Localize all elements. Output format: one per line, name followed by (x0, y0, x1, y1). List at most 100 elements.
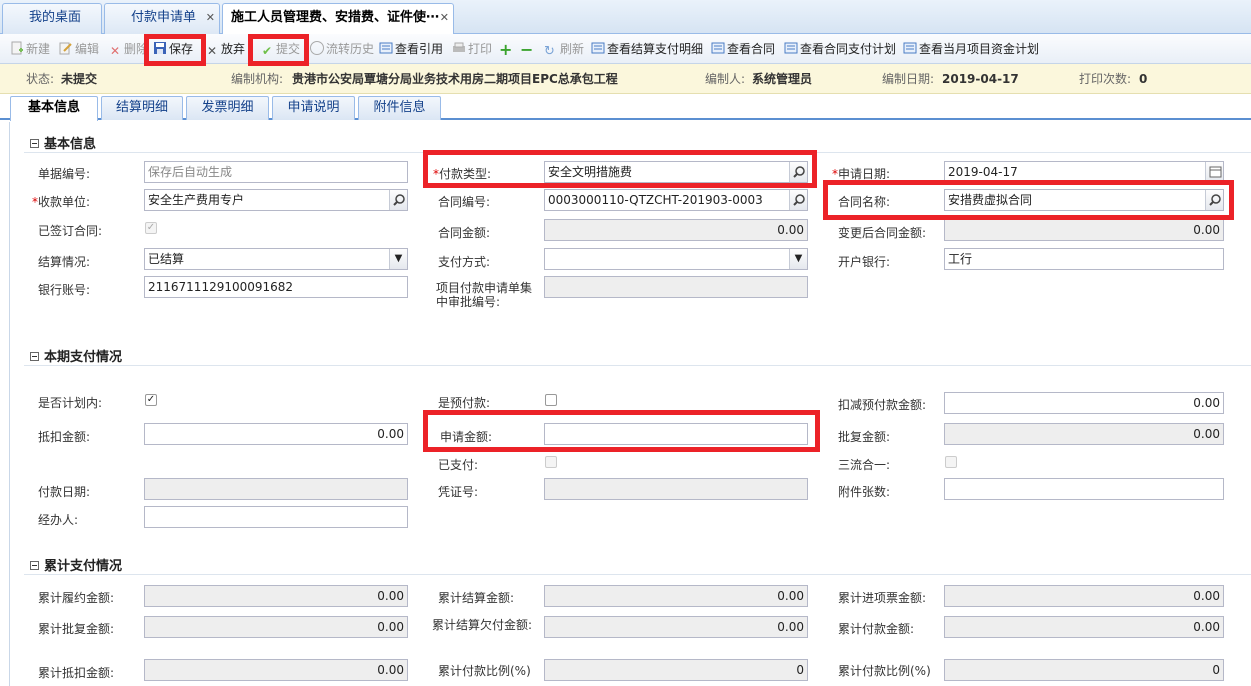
tab-label: 我的桌面 (29, 10, 82, 25)
cum-invoice-field: 0.00 (944, 585, 1224, 607)
bank-field[interactable]: 工行 (944, 248, 1224, 270)
settlement-status-select[interactable]: 已结算 ▼ (144, 248, 408, 270)
signed-contract-checkbox[interactable]: ✓ (145, 222, 157, 234)
offset-amount-field[interactable]: 0.00 (144, 423, 408, 445)
collapse-icon (30, 352, 39, 361)
pay-type-field[interactable]: 安全文明措施费 (544, 161, 808, 183)
flow-history-button[interactable]: 流转历史 (310, 40, 374, 58)
deduct-prepay-field[interactable]: 0.00 (944, 392, 1224, 414)
view-contract-plan-button[interactable]: 查看合同支付计划 (784, 40, 896, 58)
prepay-label: 是预付款: (438, 396, 491, 410)
tab-invoice-detail[interactable]: 发票明细 (186, 96, 269, 120)
prepay-checkbox[interactable] (545, 394, 557, 406)
view-settlement-button[interactable]: 查看结算支付明细 (591, 40, 703, 58)
pay-date-field (144, 478, 408, 500)
apply-amount-field[interactable] (544, 423, 808, 445)
checkmark-icon: ✔ (261, 44, 273, 58)
section-cumulative-header[interactable]: 累计支付情况 (30, 555, 122, 574)
tab-attachments[interactable]: 附件信息 (358, 96, 441, 120)
contract-name-label: 合同名称: (838, 195, 891, 209)
close-icon[interactable]: ✕ (206, 12, 215, 24)
apply-date-field[interactable]: 2019-04-17 (944, 161, 1224, 183)
clock-icon (310, 41, 324, 55)
section-current-payment-header[interactable]: 本期支付情况 (30, 346, 122, 365)
add-row-button[interactable]: + (499, 40, 515, 58)
changed-amount-field: 0.00 (944, 219, 1224, 241)
three-flow-label: 三流合一: (838, 458, 891, 472)
form-tab-bar: 基本信息 结算明细 发票明细 申请说明 附件信息 (0, 94, 1251, 121)
paid-checkbox[interactable] (545, 456, 557, 468)
chevron-down-icon[interactable]: ▼ (389, 249, 407, 269)
remove-row-button[interactable]: − (520, 40, 536, 58)
print-count-label: 打印次数: (1079, 72, 1132, 86)
settlement-status-label: 结算情况: (38, 255, 91, 269)
new-document-icon (11, 41, 23, 55)
state-label: 状态: (26, 72, 55, 86)
paid-label: 已支付: (438, 458, 479, 472)
printer-icon (453, 42, 465, 52)
apply-date-label: *申请日期: (832, 167, 891, 181)
org-label: 编制机构: (231, 72, 284, 86)
section-basic-info-header[interactable]: 基本信息 (30, 133, 96, 152)
search-icon[interactable] (789, 190, 807, 210)
new-button[interactable]: 新建 (10, 40, 50, 58)
form-icon (591, 42, 605, 54)
delete-icon: ✕ (109, 44, 121, 58)
voucher-label: 凭证号: (438, 485, 479, 499)
collapse-icon (30, 561, 39, 570)
cum-settlement-field: 0.00 (544, 585, 808, 607)
floppy-disk-icon (154, 42, 166, 54)
tab-settlement-detail[interactable]: 结算明细 (101, 96, 183, 120)
cum-invoice-label: 累计进项票金额: (838, 591, 927, 605)
cum-settlement-label: 累计结算金额: (438, 591, 515, 605)
in-plan-checkbox[interactable]: ✓ (145, 394, 157, 406)
form-icon (784, 42, 798, 54)
contract-amount-field: 0.00 (544, 219, 808, 241)
edit-button[interactable]: 编辑 (59, 40, 99, 58)
deduct-prepay-label: 扣减预付款金额: (838, 398, 927, 412)
discard-button[interactable]: ✕ 放弃 (205, 40, 245, 58)
print-button[interactable]: 打印 (452, 40, 492, 58)
divider (24, 365, 1251, 366)
submit-button[interactable]: ✔ 提交 (260, 40, 300, 58)
signed-contract-label: 已签订合同: (38, 224, 103, 238)
central-approval-no-label: 项目付款申请单集中审批编号: (436, 281, 533, 309)
search-icon[interactable] (389, 190, 407, 210)
bank-label: 开户银行: (838, 255, 891, 269)
attachment-count-label: 附件张数: (838, 485, 891, 499)
payee-field[interactable]: 安全生产费用专户 (144, 189, 408, 211)
doc-no-field[interactable]: 保存后自动生成 (144, 161, 408, 183)
attachment-count-field[interactable] (944, 478, 1224, 500)
state-value: 未提交 (61, 72, 98, 86)
chevron-down-icon[interactable]: ▼ (789, 249, 807, 269)
cum-deduct-label: 累计抵扣金额: (38, 666, 115, 680)
divider (24, 574, 1251, 575)
view-reference-button[interactable]: 查看引用 (379, 40, 443, 58)
pay-method-select[interactable]: ▼ (544, 248, 808, 270)
toolbar: 新建 编辑 ✕ 删除 保存 ✕ 放弃 ✔ 提交 流转历史 查看引用 打印 + − ↻ 刷… (0, 34, 1251, 64)
save-button[interactable]: 保存 (153, 40, 193, 58)
date-label: 编制日期: (882, 72, 935, 86)
tab-current-document[interactable]: 施工人员管理费、安措费、证件使⋯ ✕ (222, 3, 454, 35)
account-field[interactable]: 2116711129100091682 (144, 276, 408, 298)
view-contract-button[interactable]: 查看合同 (711, 40, 775, 58)
close-icon[interactable]: ✕ (440, 12, 449, 24)
delete-button[interactable]: ✕ 删除 (108, 40, 148, 58)
status-bar: 状态: 未提交 编制机构: 贵港市公安局覃塘分局业务技术用房二期项目EPC总承包… (0, 64, 1251, 94)
tab-label: 付款申请单 (131, 10, 197, 25)
search-icon[interactable] (789, 162, 807, 182)
three-flow-checkbox[interactable] (945, 456, 957, 468)
tab-basic-info[interactable]: 基本信息 (10, 96, 98, 121)
contract-no-field[interactable]: 0003000110-QTZCHT-201903-0003 (544, 189, 808, 211)
refresh-button[interactable]: ↻ 刷新 (544, 40, 584, 59)
calendar-icon[interactable] (1205, 162, 1223, 182)
tab-payment-request[interactable]: 付款申请单 ✕ (104, 3, 220, 34)
handler-field[interactable] (144, 506, 408, 528)
handler-label: 经办人: (38, 513, 79, 527)
tab-my-desktop[interactable]: 我的桌面 (2, 3, 102, 34)
view-month-plan-button[interactable]: 查看当月项目资金计划 (903, 40, 1039, 58)
tab-application-notes[interactable]: 申请说明 (272, 96, 355, 120)
search-icon[interactable] (1205, 190, 1223, 210)
cum-paid-field: 0.00 (944, 616, 1224, 638)
contract-name-field[interactable]: 安措费虚拟合同 (944, 189, 1224, 211)
